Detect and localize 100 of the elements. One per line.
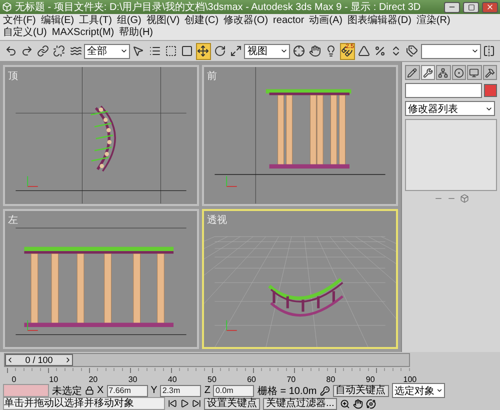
panel-tab[interactable] — [420, 65, 435, 80]
pivot-button[interactable] — [291, 42, 306, 60]
selection-field[interactable] — [3, 384, 49, 397]
frame-number: 20 — [88, 375, 99, 384]
menu-item[interactable]: 编辑(E) — [40, 15, 74, 27]
panel-tab[interactable] — [482, 65, 497, 80]
dropdown[interactable]: 视图 — [244, 44, 290, 58]
panel-tab[interactable] — [436, 65, 450, 80]
window-title: 无标题 - 项目文件夹: D:\用户目录\我的文档\3dsmax - Autodesk 3ds Max 9 - 显示 : Direct 3D — [15, 0, 422, 14]
undo-icon — [4, 45, 17, 57]
link-icon — [37, 45, 50, 57]
caret-icon — [436, 387, 443, 394]
dropdown[interactable] — [420, 44, 481, 58]
percent-icon — [374, 45, 386, 57]
set-key-button[interactable]: 设置关键点 — [204, 398, 260, 410]
frame-number: 80 — [325, 375, 336, 384]
move-button[interactable] — [196, 42, 211, 60]
frame-number: 90 — [364, 375, 376, 384]
menu-item[interactable]: 帮助(H) — [119, 27, 154, 39]
square-icon — [181, 45, 194, 57]
wave-icon — [70, 45, 82, 57]
menu-item[interactable]: reactor — [273, 15, 304, 27]
scale-icon — [230, 45, 242, 57]
auto-key-button[interactable]: 自动关键点 — [332, 384, 389, 396]
menu-item[interactable]: 修改器(O) — [224, 15, 268, 27]
time-slider[interactable]: 0 / 100 — [4, 353, 410, 367]
panel-tab[interactable] — [467, 65, 482, 80]
color-swatch[interactable] — [484, 84, 497, 97]
unlink-icon — [53, 45, 66, 57]
coordinate-field[interactable]: 0.0m — [213, 384, 254, 396]
selection-status: 未选定 — [52, 384, 82, 398]
zoom-icon[interactable] — [340, 398, 350, 408]
axis-label: X — [97, 385, 104, 396]
frame-number: 70 — [286, 375, 297, 384]
menu-item[interactable]: 组(G) — [116, 15, 142, 27]
modifier-list-dropdown[interactable]: 修改器列表 — [405, 101, 495, 116]
caret-icon — [280, 47, 288, 55]
circle-icon — [454, 68, 464, 78]
bulb-icon — [325, 45, 338, 57]
track-bar[interactable]: 0 10 20 30 40 50 60 70 80 90 100 — [7, 368, 417, 384]
key-icon[interactable] — [320, 386, 330, 396]
lock-icon[interactable] — [85, 386, 94, 395]
time-slider-thumb[interactable]: 0 / 100 — [5, 354, 73, 366]
maximize-icon — [468, 4, 474, 10]
frame-number: 0 — [10, 375, 18, 384]
monitor-icon — [469, 68, 480, 78]
pan-icon[interactable] — [353, 398, 364, 408]
coordinate-field[interactable]: 7.66m — [106, 384, 148, 396]
key-mode-dropdown[interactable]: 选定对象 — [392, 383, 445, 398]
close-icon — [486, 3, 494, 11]
cursor-icon — [132, 45, 144, 57]
status-prompt: 单击并拖动以选择并移动对象 — [3, 397, 165, 410]
menu-item[interactable]: MAXScript(M) — [52, 27, 114, 39]
menu-item[interactable]: 文件(F) — [3, 15, 36, 27]
skip-forward-icon[interactable] — [192, 399, 201, 408]
menu-item[interactable]: 自定义(U) — [3, 27, 47, 39]
hand-icon — [308, 45, 321, 57]
menu-item[interactable]: 图表编辑器(D) — [348, 15, 412, 27]
hierarchy-icon — [438, 68, 448, 78]
magnet-icon — [341, 45, 354, 57]
axis-icon — [226, 176, 238, 187]
frame-number: 30 — [127, 375, 138, 384]
panel-tab[interactable] — [452, 65, 466, 80]
menu-item[interactable]: 动画(A) — [309, 15, 343, 27]
triangle-icon — [358, 45, 370, 57]
frame-number: 40 — [166, 375, 178, 384]
close-button[interactable] — [482, 2, 498, 12]
frame-number: 100 — [402, 375, 417, 384]
axis-icon — [27, 319, 38, 330]
unlink-button[interactable] — [52, 42, 67, 60]
app-icon — [2, 2, 12, 12]
mirror-button[interactable] — [482, 42, 497, 60]
menu-item[interactable]: 工具(T) — [79, 15, 112, 27]
minimize-button[interactable] — [444, 2, 460, 12]
key-filters-button[interactable]: 关键点过滤器... — [263, 398, 338, 410]
caret-icon — [120, 47, 128, 55]
manipulate-button[interactable] — [307, 42, 322, 60]
menu-item[interactable]: 渲染(R) — [416, 15, 450, 27]
maximize-button[interactable] — [463, 2, 479, 12]
pergola-drawing — [90, 106, 116, 172]
skip-back-icon[interactable] — [168, 399, 177, 408]
coordinate-field[interactable]: 2.3m — [160, 384, 202, 396]
caret-icon — [470, 47, 479, 55]
frame-number: 50 — [206, 375, 218, 384]
play-icon[interactable] — [180, 399, 189, 408]
dropdown[interactable]: 全部 — [84, 44, 130, 58]
menu-item[interactable]: 创建(C) — [184, 15, 219, 27]
grid-size: 栅格 = 10.0m — [257, 384, 317, 398]
rotate-icon — [214, 45, 226, 57]
crosshair-icon — [292, 45, 305, 57]
tags-icon — [406, 45, 418, 57]
dashed-square-icon — [164, 45, 177, 57]
move-icon — [197, 45, 210, 57]
link-button[interactable] — [35, 42, 51, 60]
panel-tab[interactable] — [405, 65, 420, 80]
name-field[interactable] — [405, 83, 482, 98]
named-sets-button[interactable] — [404, 42, 420, 60]
axis-label: Y — [150, 385, 158, 396]
orbit-icon[interactable] — [366, 398, 376, 408]
menu-item[interactable]: 视图(V) — [146, 15, 180, 27]
